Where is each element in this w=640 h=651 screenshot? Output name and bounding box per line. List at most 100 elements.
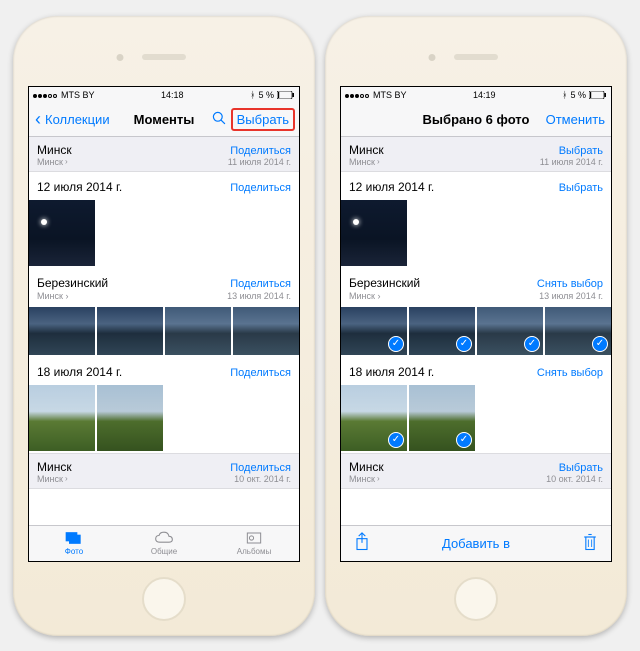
- select-link[interactable]: Выбрать: [559, 462, 603, 474]
- collection-header[interactable]: Минск Минск› Выбрать 11 июля 2014 г.: [341, 137, 611, 172]
- collection-date: 10 окт. 2014 г.: [546, 474, 603, 484]
- cancel-button[interactable]: Отменить: [546, 112, 605, 127]
- photo-thumb[interactable]: ✓: [341, 307, 407, 355]
- check-icon: ✓: [524, 336, 540, 352]
- photo-thumb[interactable]: [29, 200, 95, 266]
- check-icon: ✓: [592, 336, 608, 352]
- tab-shared[interactable]: Общие: [119, 530, 209, 556]
- collection-header[interactable]: Минск Минск› Выбрать 10 окт. 2014 г.: [341, 453, 611, 489]
- content-scroll[interactable]: Минск Минск› Выбрать 11 июля 2014 г. 12 …: [341, 137, 611, 525]
- bluetooth-icon: ᚼ: [250, 90, 255, 100]
- chevron-left-icon: ‹: [35, 109, 41, 130]
- photo-thumb[interactable]: [97, 307, 163, 355]
- camera-dot: [117, 54, 124, 61]
- tab-bar: Фото Общие Альбомы: [29, 525, 299, 561]
- cloud-icon: [154, 530, 174, 546]
- screen-right: MTS BY 14:19 ᚼ 5 % Выбрано 6 фото Отмени…: [340, 86, 612, 562]
- photo-thumb[interactable]: ✓: [545, 307, 611, 355]
- thumb-row: ✓ ✓ ✓ ✓: [341, 307, 611, 357]
- chevron-right-icon: ›: [65, 157, 68, 166]
- status-right: ᚼ 5 %: [562, 90, 607, 100]
- photo-thumb[interactable]: ✓: [409, 307, 475, 355]
- albums-tab-icon: [244, 530, 264, 546]
- collection-title: Минск: [349, 460, 384, 474]
- check-icon: ✓: [456, 336, 472, 352]
- tab-label: Общие: [151, 547, 177, 556]
- photo-image: [97, 307, 163, 355]
- thumb-row: ✓ ✓: [341, 385, 611, 453]
- trash-button[interactable]: [581, 532, 599, 555]
- moment-sub: Минск ›: [37, 291, 108, 301]
- photo-thumb[interactable]: [29, 307, 95, 355]
- share-button[interactable]: [353, 532, 371, 555]
- tab-label: Фото: [65, 547, 83, 556]
- moment-sub: Минск ›: [349, 291, 420, 301]
- chevron-right-icon: ›: [377, 474, 380, 483]
- share-link[interactable]: Поделиться: [230, 367, 291, 379]
- photo-thumb[interactable]: [341, 200, 407, 266]
- moment-header: 18 июля 2014 г. Снять выбор: [341, 357, 611, 385]
- moment-title: Березинский: [349, 276, 420, 290]
- photo-image: [341, 200, 407, 266]
- collection-header[interactable]: Минск Минск› Поделиться 11 июля 2014 г.: [29, 137, 299, 172]
- photo-thumb[interactable]: ✓: [477, 307, 543, 355]
- speaker-slot: [142, 54, 186, 60]
- collection-header[interactable]: Минск Минск› Поделиться 10 окт. 2014 г.: [29, 453, 299, 489]
- carrier-label: MTS BY: [61, 90, 95, 100]
- status-left: MTS BY: [345, 90, 407, 100]
- moment-date: 13 июля 2014 г.: [227, 291, 291, 301]
- share-link[interactable]: Поделиться: [230, 182, 291, 194]
- chevron-right-icon: ›: [65, 291, 68, 301]
- back-label: Коллекции: [45, 112, 110, 127]
- add-to-button[interactable]: Добавить в: [442, 536, 510, 551]
- moment-header: Березинский Минск › Снять выбор 13 июля …: [341, 268, 611, 307]
- share-link[interactable]: Поделиться: [227, 278, 291, 290]
- photo-image: [165, 307, 231, 355]
- thumb-row: [341, 200, 611, 268]
- share-link[interactable]: Поделиться: [230, 145, 291, 157]
- photo-thumb[interactable]: ✓: [341, 385, 407, 451]
- search-button[interactable]: [211, 110, 227, 129]
- photo-image: [29, 307, 95, 355]
- nav-bar: Выбрано 6 фото Отменить: [341, 103, 611, 137]
- select-button[interactable]: Выбрать: [237, 112, 289, 127]
- collection-title: Минск: [37, 460, 72, 474]
- moment-header: Березинский Минск › Поделиться 13 июля 2…: [29, 268, 299, 307]
- clock-label: 14:18: [161, 90, 184, 100]
- bluetooth-icon: ᚼ: [562, 90, 567, 100]
- photo-thumb[interactable]: [97, 385, 163, 451]
- check-icon: ✓: [388, 432, 404, 448]
- moment-date: 13 июля 2014 г.: [537, 291, 603, 301]
- battery-icon: [589, 91, 607, 99]
- photo-thumb[interactable]: ✓: [409, 385, 475, 451]
- home-button[interactable]: [142, 577, 186, 621]
- collection-sub: Минск›: [37, 157, 72, 167]
- photo-thumb[interactable]: [165, 307, 231, 355]
- photo-image: [233, 307, 299, 355]
- collection-title: Минск: [349, 143, 384, 157]
- share-link[interactable]: Поделиться: [230, 462, 291, 474]
- photos-tab-icon: [64, 530, 84, 546]
- content-scroll[interactable]: Минск Минск› Поделиться 11 июля 2014 г. …: [29, 137, 299, 525]
- nav-left[interactable]: ‹ Коллекции: [35, 109, 110, 130]
- photo-thumb[interactable]: [29, 385, 95, 451]
- signal-dots-icon: [33, 90, 58, 100]
- deselect-link[interactable]: Снять выбор: [537, 278, 603, 290]
- trash-icon: [581, 532, 599, 552]
- moment-title: Березинский: [37, 276, 108, 290]
- select-link[interactable]: Выбрать: [559, 182, 603, 194]
- select-link[interactable]: Выбрать: [559, 145, 603, 157]
- moment-title: 18 июля 2014 г.: [349, 365, 434, 379]
- deselect-link[interactable]: Снять выбор: [537, 367, 603, 379]
- signal-dots-icon: [345, 90, 370, 100]
- moment-header: 12 июля 2014 г. Выбрать: [341, 172, 611, 200]
- tab-photos[interactable]: Фото: [29, 530, 119, 556]
- photo-thumb[interactable]: [233, 307, 299, 355]
- tab-albums[interactable]: Альбомы: [209, 530, 299, 556]
- moment-header: 18 июля 2014 г. Поделиться: [29, 357, 299, 385]
- collection-sub: Минск›: [349, 157, 384, 167]
- moment-header: 12 июля 2014 г. Поделиться: [29, 172, 299, 200]
- thumb-row: [29, 385, 299, 453]
- home-button[interactable]: [454, 577, 498, 621]
- carrier-label: MTS BY: [373, 90, 407, 100]
